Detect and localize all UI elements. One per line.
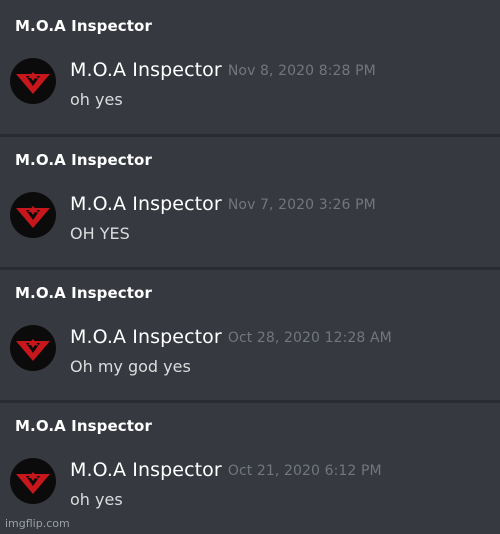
imgflip-watermark: imgflip.com xyxy=(5,517,70,530)
avatar[interactable] xyxy=(10,192,56,238)
author-name[interactable]: M.O.A Inspector xyxy=(70,326,222,348)
message-text: OH YES xyxy=(70,224,130,243)
message-card: M.O.A Inspector M.O.A Inspector Oct 21, 2… xyxy=(0,403,500,533)
message-card: M.O.A Inspector M.O.A Inspector Oct 28, 2… xyxy=(0,270,500,400)
timestamp: Oct 21, 2020 6:12 PM xyxy=(227,463,382,479)
avatar[interactable] xyxy=(10,458,56,504)
arstotzka-eagle-emblem-icon xyxy=(10,58,56,104)
avatar[interactable] xyxy=(10,58,56,104)
author-line: M.O.A Inspector Oct 21, 2020 6:12 PM xyxy=(70,459,382,481)
author-name[interactable]: M.O.A Inspector xyxy=(70,459,222,481)
author-line: M.O.A Inspector Nov 8, 2020 8:28 PM xyxy=(70,59,376,81)
message-text: oh yes xyxy=(70,490,123,509)
message-card: M.O.A Inspector M.O.A Inspector Nov 8, 20… xyxy=(0,3,500,133)
timestamp: Oct 28, 2020 12:28 AM xyxy=(227,330,392,346)
author-name[interactable]: M.O.A Inspector xyxy=(70,193,222,215)
author-name[interactable]: M.O.A Inspector xyxy=(70,59,222,81)
author-line: M.O.A Inspector Nov 7, 2020 3:26 PM xyxy=(70,193,376,215)
message-text: oh yes xyxy=(70,90,123,109)
avatar[interactable] xyxy=(10,325,56,371)
card-header: M.O.A Inspector xyxy=(15,284,152,302)
card-header: M.O.A Inspector xyxy=(15,151,152,169)
message-card: M.O.A Inspector M.O.A Inspector Nov 7, 20… xyxy=(0,137,500,267)
timestamp: Nov 8, 2020 8:28 PM xyxy=(227,63,376,79)
card-header: M.O.A Inspector xyxy=(15,417,152,435)
arstotzka-eagle-emblem-icon xyxy=(10,458,56,504)
timestamp: Nov 7, 2020 3:26 PM xyxy=(227,197,376,213)
message-text: Oh my god yes xyxy=(70,357,191,376)
author-line: M.O.A Inspector Oct 28, 2020 12:28 AM xyxy=(70,326,392,348)
arstotzka-eagle-emblem-icon xyxy=(10,325,56,371)
arstotzka-eagle-emblem-icon xyxy=(10,192,56,238)
card-header: M.O.A Inspector xyxy=(15,17,152,35)
